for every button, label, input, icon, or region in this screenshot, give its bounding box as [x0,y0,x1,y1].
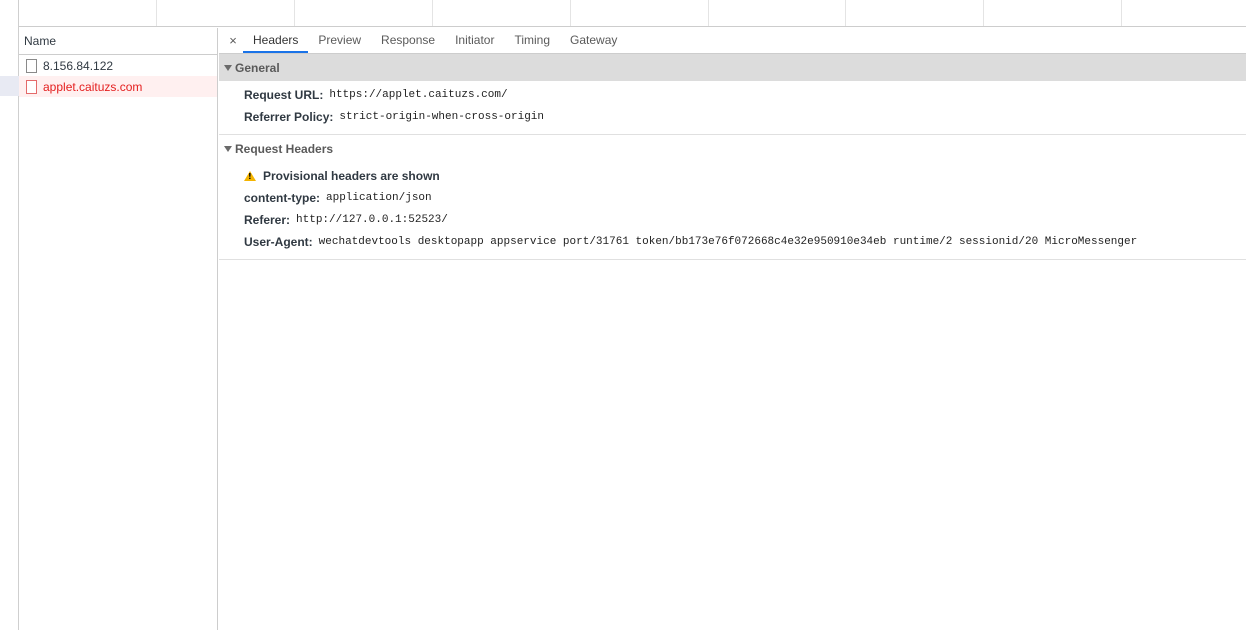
tab-timing[interactable]: Timing [504,28,560,53]
timeline-divider [294,0,295,26]
close-icon[interactable]: × [223,28,243,53]
request-headers-section: Request Headers Provisional headers are … [219,135,1246,260]
general-section: General Request URL: https://applet.cait… [219,54,1246,135]
header-row-content-type: content-type: application/json [244,187,1246,209]
request-name: 8.156.84.122 [43,58,114,73]
gutter-selection-marker [0,76,19,96]
timeline-divider [1121,0,1122,26]
header-key: Referrer Policy: [244,110,334,124]
expand-triangle-icon [224,145,232,152]
tab-initiator[interactable]: Initiator [445,28,504,53]
header-row-request-url: Request URL: https://applet.caituzs.com/ [244,84,1246,106]
tab-gateway[interactable]: Gateway [560,28,627,53]
header-key: User-Agent: [244,235,313,249]
timeline-divider [570,0,571,26]
timeline-divider [432,0,433,26]
general-section-toggle[interactable]: General [219,54,1246,81]
request-row[interactable]: 8.156.84.122 [19,55,217,76]
header-key: Request URL: [244,88,324,102]
tab-headers[interactable]: Headers [243,28,309,53]
request-list: Name 8.156.84.122 applet.caituzs.com [19,28,218,630]
header-value: http://127.0.0.1:52523/ [296,214,448,226]
header-value: strict-origin-when-cross-origin [339,111,545,123]
section-title: General [235,60,280,75]
warning-icon [244,171,256,181]
section-title: Request Headers [235,141,334,156]
request-detail-pane: × Headers Preview Response Initiator Tim… [219,28,1246,630]
header-value: application/json [326,192,432,204]
timeline-divider [708,0,709,26]
header-key: Referer: [244,213,291,227]
name-column-header[interactable]: Name [19,28,217,55]
tab-preview[interactable]: Preview [308,28,371,53]
document-icon [26,79,37,94]
header-value: https://applet.caituzs.com/ [329,89,508,101]
detail-tab-bar: × Headers Preview Response Initiator Tim… [219,28,1246,54]
header-row-referrer-policy: Referrer Policy: strict-origin-when-cros… [244,106,1246,128]
header-key: content-type: [244,191,320,205]
provisional-headers-warning: Provisional headers are shown [244,165,1246,187]
timeline-divider [845,0,846,26]
header-row-referer: Referer: http://127.0.0.1:52523/ [244,209,1246,231]
request-row-selected[interactable]: applet.caituzs.com [19,76,217,97]
header-row-user-agent: User-Agent: wechatdevtools desktopapp ap… [244,231,1246,253]
request-headers-section-toggle[interactable]: Request Headers [219,135,1246,162]
request-name: applet.caituzs.com [43,79,143,94]
timeline-divider [156,0,157,26]
tab-response[interactable]: Response [371,28,445,53]
overview-timeline[interactable] [19,0,1246,27]
document-icon [26,58,37,73]
timeline-divider [983,0,984,26]
header-value: wechatdevtools desktopapp appservice por… [318,236,1138,248]
expand-triangle-icon [224,64,232,71]
warning-text: Provisional headers are shown [263,169,440,183]
